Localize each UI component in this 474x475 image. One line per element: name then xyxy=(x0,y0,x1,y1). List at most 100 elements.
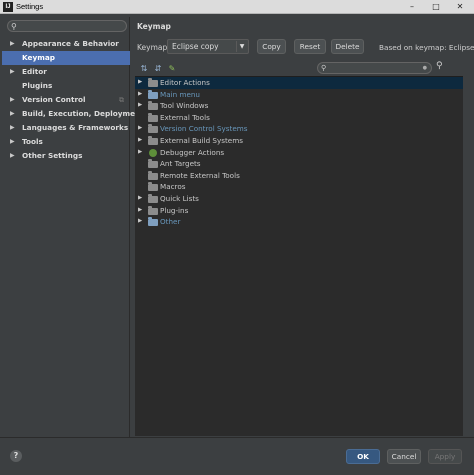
chevron-right-icon[interactable]: ▶ xyxy=(138,89,142,101)
folder-icon xyxy=(148,101,158,111)
sidebar-item-label: Tools xyxy=(22,137,43,146)
chevron-right-icon[interactable]: ▶ xyxy=(10,93,15,107)
tree-row[interactable]: ▶ Plug-ins xyxy=(135,205,463,217)
tree-row-label: Debugger Actions xyxy=(160,147,225,157)
folder-blue-icon xyxy=(148,89,158,99)
folder-icon xyxy=(148,159,158,169)
keymap-toolbar: ⇅ ⇵ ✎ xyxy=(139,64,177,74)
tree-row[interactable]: ▶ Tool Windows xyxy=(135,100,463,112)
folder-icon xyxy=(148,78,158,87)
chevron-right-icon[interactable]: ▶ xyxy=(138,77,142,89)
sidebar-item[interactable]: ▶ Appearance & Behavior xyxy=(2,37,130,51)
tree-row[interactable]: ▶ Debugger Actions xyxy=(135,147,463,159)
tree-row[interactable]: ▶ Other xyxy=(135,216,463,228)
chevron-down-icon: ▼ xyxy=(236,41,247,52)
sidebar-item-label: Other Settings xyxy=(22,151,83,160)
sidebar-item[interactable]: ▶ Tools xyxy=(2,135,130,149)
expand-all-icon[interactable]: ⇅ xyxy=(139,64,149,74)
sidebar-item[interactable]: Keymap xyxy=(2,51,130,65)
build-icon xyxy=(148,135,158,145)
tree-row-label: Macros xyxy=(160,182,186,192)
delete-button[interactable]: Delete xyxy=(331,39,364,54)
tree-row-label: Tool Windows xyxy=(160,101,209,111)
settings-search-input[interactable]: ⚲ xyxy=(7,20,127,32)
tree-row[interactable]: ▶ External Build Systems xyxy=(135,135,463,147)
folder-blue-icon xyxy=(148,217,158,227)
chevron-right-icon[interactable]: ▶ xyxy=(138,100,142,112)
dialog-footer: ? OK Cancel Apply xyxy=(0,437,474,475)
tree-row[interactable]: External Tools xyxy=(135,112,463,124)
sidebar-item-label: Plugins xyxy=(22,81,53,90)
keymap-actions-tree[interactable]: ▶ Editor Actions ▶ Main menu ▶ Tool Windows Ex… xyxy=(135,76,463,436)
folder-icon xyxy=(148,193,158,203)
clear-icon[interactable]: ● xyxy=(423,63,427,73)
sidebar-item-label: Appearance & Behavior xyxy=(22,39,119,48)
tree-row[interactable]: ▶ Editor Actions xyxy=(135,77,463,89)
chevron-right-icon[interactable]: ▶ xyxy=(138,123,142,135)
based-on-keymap-text: Based on keymap: Eclipse xyxy=(379,43,474,52)
maximize-icon[interactable]: □ xyxy=(424,0,448,14)
reset-button[interactable]: Reset xyxy=(294,39,326,54)
debugger-icon xyxy=(148,148,158,157)
window-title: Settings xyxy=(16,2,44,11)
search-icon: ⚲ xyxy=(11,22,17,31)
settings-nav-list: ▶ Appearance & Behavior Keymap ▶ Editor Plugi… xyxy=(2,37,144,163)
keymap-select[interactable]: Eclipse copy ▼ xyxy=(167,39,249,54)
tree-row[interactable]: ▶ Quick Lists xyxy=(135,193,463,205)
chevron-right-icon[interactable]: ▶ xyxy=(10,65,15,79)
chevron-right-icon[interactable]: ▶ xyxy=(138,205,142,217)
find-by-shortcut-icon[interactable]: ⚲ xyxy=(436,61,443,71)
folder-icon xyxy=(148,124,158,134)
folder-icon xyxy=(148,182,158,192)
chevron-right-icon[interactable]: ▶ xyxy=(138,147,142,159)
sidebar-item[interactable]: ▶ Languages & Frameworks xyxy=(2,121,130,135)
tree-row[interactable]: ▶ Main menu xyxy=(135,89,463,101)
sidebar-item[interactable]: ▶ Version Control ⧉ xyxy=(2,93,130,107)
tree-row-label: Remote External Tools xyxy=(160,170,240,180)
chevron-right-icon[interactable]: ▶ xyxy=(10,135,15,149)
tree-row-label: Editor Actions xyxy=(160,78,210,87)
cancel-button[interactable]: Cancel xyxy=(387,449,421,464)
close-icon[interactable]: ✕ xyxy=(448,0,472,14)
action-filter-input[interactable]: ⚲ ● xyxy=(317,62,432,74)
intellij-app-icon: IJ xyxy=(3,2,13,12)
sidebar-item[interactable]: ▶ Editor xyxy=(2,65,130,79)
tree-row-label: Plug-ins xyxy=(160,205,189,215)
sidebar-item-label: Version Control xyxy=(22,95,86,104)
chevron-right-icon[interactable]: ▶ xyxy=(10,107,15,121)
ok-button[interactable]: OK xyxy=(346,449,380,464)
tree-row[interactable]: Remote External Tools xyxy=(135,170,463,182)
sidebar-item[interactable]: ▶ Build, Execution, Deployment xyxy=(2,107,144,121)
help-icon[interactable]: ? xyxy=(10,450,22,462)
sidebar-item[interactable]: Plugins xyxy=(2,79,130,93)
chevron-right-icon[interactable]: ▶ xyxy=(138,216,142,228)
chevron-right-icon[interactable]: ▶ xyxy=(10,149,15,163)
tree-row[interactable]: Ant Targets xyxy=(135,158,463,170)
folder-icon xyxy=(148,205,158,215)
chevron-right-icon[interactable]: ▶ xyxy=(10,121,15,135)
keymap-select-value: Eclipse copy xyxy=(172,42,219,51)
tree-row-label: External Build Systems xyxy=(160,135,243,145)
sidebar-item[interactable]: ▶ Other Settings xyxy=(2,149,130,163)
tree-row[interactable]: ▶ Version Control Systems xyxy=(135,123,463,135)
edit-pencil-icon[interactable]: ✎ xyxy=(167,64,177,74)
settings-nav-panel: ⚲ ▶ Appearance & Behavior Keymap ▶ Editor Plu… xyxy=(2,17,144,437)
window-controls: – □ ✕ xyxy=(400,0,472,14)
sidebar-item-label: Languages & Frameworks xyxy=(22,123,129,132)
chevron-right-icon[interactable]: ▶ xyxy=(138,193,142,205)
tree-row-label: Ant Targets xyxy=(160,159,201,169)
sidebar-item-label: Editor xyxy=(22,67,47,76)
copy-button[interactable]: Copy xyxy=(257,39,286,54)
page-title: Keymap xyxy=(137,22,171,31)
apply-button[interactable]: Apply xyxy=(428,449,462,464)
tree-row-label: External Tools xyxy=(160,112,210,122)
chevron-right-icon[interactable]: ▶ xyxy=(138,135,142,147)
tree-row[interactable]: Macros xyxy=(135,181,463,193)
collapse-all-icon[interactable]: ⇵ xyxy=(153,64,163,74)
title-bar: IJ Settings – □ ✕ xyxy=(0,0,474,14)
keymap-panel: Keymap Keymaps: Eclipse copy ▼ Copy Rese… xyxy=(131,17,474,437)
folder-icon xyxy=(148,112,158,122)
chevron-right-icon[interactable]: ▶ xyxy=(10,37,15,51)
minimize-icon[interactable]: – xyxy=(400,0,424,14)
search-icon: ⚲ xyxy=(321,64,327,72)
